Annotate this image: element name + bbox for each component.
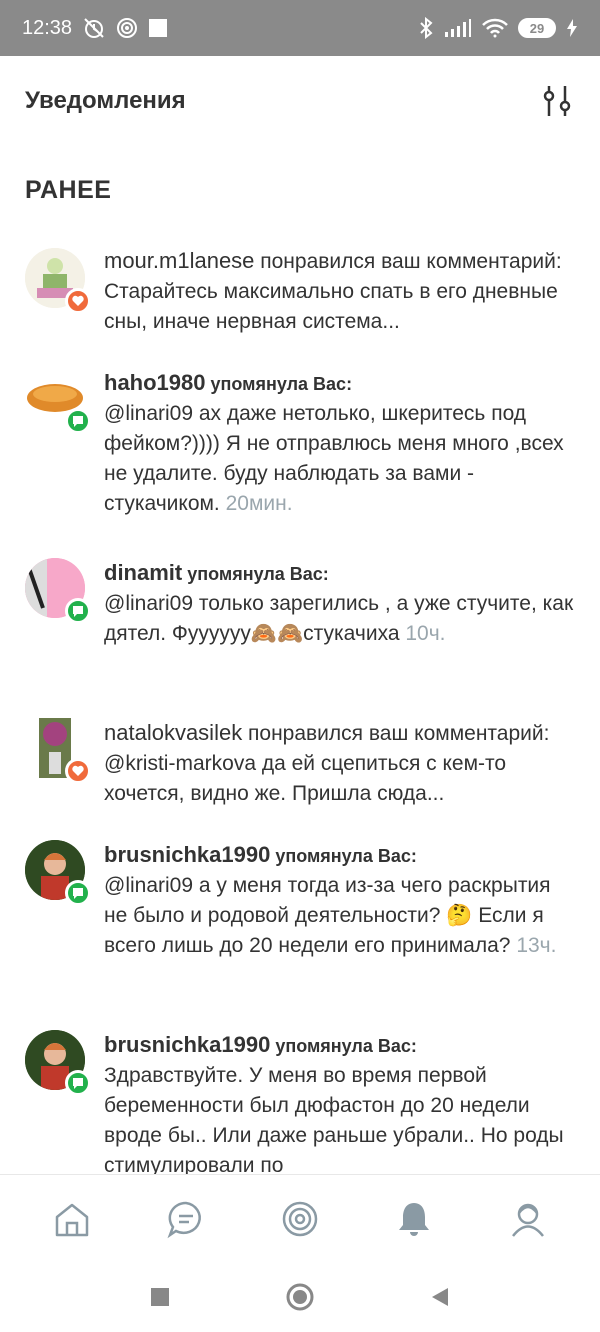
notification-body: @linari09 только зарегились , а уже стуч… [104, 592, 574, 645]
notification-user[interactable]: mour.m1lanese [104, 248, 254, 273]
triangle-back-icon [432, 1288, 448, 1306]
status-bar: 12:38 29 [0, 0, 600, 56]
avatar[interactable] [25, 558, 91, 624]
notification-square-icon [148, 18, 168, 38]
notification-text: brusnichka1990 упомянула Вас: @linari09 … [104, 840, 574, 961]
circle-icon [286, 1283, 314, 1311]
notification-body: Здравствуйте. У меня во время первой бер… [104, 1064, 564, 1174]
notification-user[interactable]: natalokvasilek [104, 720, 242, 745]
notification-body: @linari09 а у меня тогда из-за чего раск… [104, 874, 551, 957]
back-button[interactable] [425, 1282, 455, 1312]
notification-user[interactable]: dinamit [104, 560, 182, 585]
recent-apps-button[interactable] [145, 1282, 175, 1312]
nav-notifications[interactable] [384, 1189, 444, 1249]
alarm-off-icon [82, 17, 106, 39]
notification-time: 10ч. [405, 622, 446, 645]
notification-text: mour.m1lanese понравился ваш комментарий… [104, 246, 574, 337]
notification-user[interactable]: haho1980 [104, 370, 206, 395]
nav-chat[interactable] [156, 1189, 216, 1249]
notification-item[interactable]: dinamit упомянула Вас: @linari09 только … [0, 558, 600, 688]
bottom-navigation [0, 1174, 600, 1262]
comment-badge [65, 408, 91, 434]
notification-text: natalokvasilek понравился ваш комментари… [104, 718, 574, 809]
bell-icon [399, 1202, 429, 1236]
profile-icon [512, 1203, 544, 1237]
charging-icon [566, 18, 578, 38]
nav-profile[interactable] [498, 1189, 558, 1249]
notification-action: понравился ваш [242, 722, 409, 745]
comment-icon [73, 888, 83, 899]
target-icon [282, 1201, 318, 1236]
avatar[interactable] [25, 368, 91, 434]
notification-item[interactable]: brusnichka1990 упомянула Вас: @linari09 … [0, 840, 600, 1000]
notification-item[interactable]: haho1980 упомянула Вас: @linari09 ах даж… [0, 368, 600, 528]
nav-target[interactable] [270, 1189, 330, 1249]
comment-badge [65, 880, 91, 906]
notification-list[interactable]: mour.m1lanese понравился ваш комментарий… [0, 240, 600, 1174]
notification-user[interactable]: brusnichka1990 [104, 842, 270, 867]
battery-indicator: 29 [518, 18, 556, 38]
heart-icon [72, 295, 84, 306]
notification-action: упомянула Вас: [205, 374, 353, 394]
heart-icon [72, 765, 84, 776]
app-header: Уведомления [0, 56, 600, 146]
chat-icon [167, 1201, 201, 1238]
notification-item[interactable]: natalokvasilek понравился ваш комментари… [0, 718, 600, 818]
page-title: Уведомления [25, 87, 186, 114]
section-title: РАНЕЕ [25, 176, 112, 204]
avatar[interactable] [25, 840, 91, 906]
hotspot-icon [116, 17, 138, 39]
notification-body: @linari09 ах даже нетолько, шкеритесь по… [104, 402, 564, 515]
signal-icon [444, 18, 472, 38]
comment-badge [65, 1070, 91, 1096]
nav-home[interactable] [42, 1189, 102, 1249]
filter-settings-button[interactable] [539, 83, 575, 119]
notification-time: 13ч. [516, 934, 557, 957]
notification-action: понравился ваш [254, 250, 421, 273]
square-icon [151, 1288, 169, 1306]
like-badge [65, 288, 91, 314]
avatar[interactable] [25, 248, 91, 314]
home-icon [55, 1203, 89, 1236]
system-navigation [0, 1262, 600, 1332]
status-time: 12:38 [22, 16, 73, 39]
notification-text: brusnichka1990 упомянула Вас: Здравствуй… [104, 1030, 574, 1174]
notification-item[interactable]: mour.m1lanese понравился ваш комментарий… [0, 246, 600, 346]
comment-icon [73, 606, 83, 617]
notification-item[interactable]: brusnichka1990 упомянула Вас: Здравствуй… [0, 1030, 600, 1174]
sliders-icon [543, 86, 571, 116]
like-badge [65, 758, 91, 784]
notification-action: упомянула Вас: [270, 1036, 417, 1056]
notification-user[interactable]: brusnichka1990 [104, 1032, 270, 1057]
comment-icon [73, 1078, 83, 1089]
bluetooth-icon [418, 17, 434, 39]
wifi-icon [482, 18, 508, 38]
notification-text: haho1980 упомянула Вас: @linari09 ах даж… [104, 368, 574, 519]
notification-text: dinamit упомянула Вас: @linari09 только … [104, 558, 574, 649]
avatar[interactable] [25, 718, 91, 784]
notification-action: упомянула Вас: [270, 846, 417, 866]
comment-icon [73, 416, 83, 427]
comment-badge [65, 598, 91, 624]
home-button[interactable] [285, 1282, 315, 1312]
notification-action: упомянула Вас: [182, 564, 329, 584]
avatar[interactable] [25, 1030, 91, 1096]
notification-time: 20мин. [225, 492, 293, 515]
